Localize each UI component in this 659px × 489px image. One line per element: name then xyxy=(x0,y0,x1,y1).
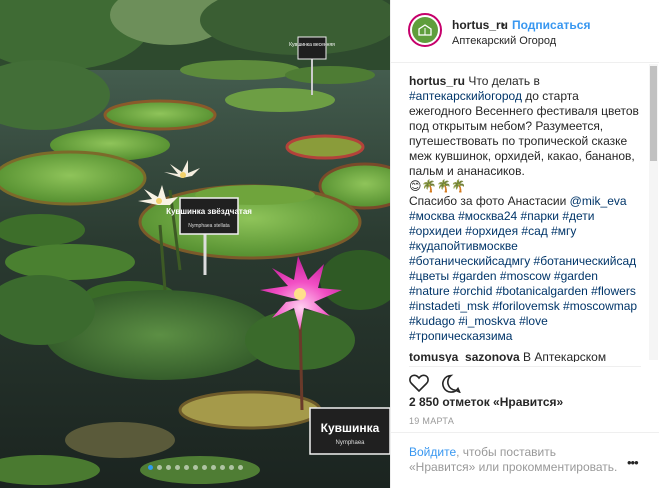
carousel-dot[interactable] xyxy=(156,465,162,470)
post-panel: hortus_ru • Подписаться Аптекарский Огор… xyxy=(390,0,659,488)
more-options-icon[interactable]: ••• xyxy=(627,455,639,470)
carousel-dot[interactable] xyxy=(192,465,198,470)
sign-bottom-text: Кувшинка xyxy=(321,421,380,435)
post-actions xyxy=(409,366,641,397)
comments-list: hortus_ru Что делать в #аптекарскийогоро… xyxy=(409,74,641,362)
carousel-dot[interactable] xyxy=(174,465,180,470)
comment-bubble-icon[interactable] xyxy=(441,374,462,397)
header-username[interactable]: hortus_ru xyxy=(452,18,508,33)
credit-user-link[interactable]: @mik_eva xyxy=(570,194,627,208)
carousel-dot[interactable] xyxy=(165,465,171,470)
carousel-dot[interactable] xyxy=(147,465,153,470)
caption-username[interactable]: hortus_ru xyxy=(409,74,465,88)
location-link[interactable]: Аптекарский Огород xyxy=(452,34,556,49)
like-heart-icon[interactable] xyxy=(409,374,429,396)
lily-pond-image: Кувшинка весенняя Кувшинка звёздчатая Ny… xyxy=(0,0,390,488)
caption-hashtags[interactable]: #москва #москва24 #парки #дети #орхидеи … xyxy=(409,209,637,343)
carousel-dot[interactable] xyxy=(183,465,189,470)
post-caption: hortus_ru Что делать в #аптекарскийогоро… xyxy=(409,74,641,344)
comment-username[interactable]: tomusya_sazonova xyxy=(409,350,520,362)
sign-mid-text: Кувшинка звёздчатая xyxy=(166,207,252,216)
login-link[interactable]: Войдите xyxy=(409,445,456,459)
carousel-dot[interactable] xyxy=(210,465,216,470)
carousel-dot[interactable] xyxy=(201,465,207,470)
carousel-dot[interactable] xyxy=(228,465,234,470)
likes-count[interactable]: 2 850 отметок «Нравится» xyxy=(409,395,563,410)
carousel-dots xyxy=(0,465,390,470)
caption-emoji: 😊🌴🌴🌴 xyxy=(409,179,467,193)
sign-bottom-sub: Nymphaea xyxy=(335,440,365,446)
follow-button[interactable]: Подписаться xyxy=(512,18,590,33)
login-prompt: Войдите, чтобы поставить «Нравится» или … xyxy=(409,445,619,475)
carousel-dot[interactable] xyxy=(237,465,243,470)
sign-mid-sub: Nymphaea stellata xyxy=(188,223,230,229)
avatar[interactable] xyxy=(408,13,442,47)
comments-scrollbar[interactable] xyxy=(649,64,658,360)
carousel-dot[interactable] xyxy=(219,465,225,470)
post-photo[interactable]: Кувшинка весенняя Кувшинка звёздчатая Ny… xyxy=(0,0,390,488)
caption-text-1: Что делать в xyxy=(465,74,540,88)
login-footer: Войдите, чтобы поставить «Нравится» или … xyxy=(391,432,659,489)
scroll-thumb[interactable] xyxy=(650,66,657,161)
greenhouse-logo-icon xyxy=(412,17,438,43)
post-date: 19 МАРТА xyxy=(409,416,455,426)
sign-top-text: Кувшинка весенняя xyxy=(289,42,335,48)
caption-credit: Спасибо за фото Анастасии xyxy=(409,194,570,208)
post-header: hortus_ru • Подписаться Аптекарский Огор… xyxy=(391,0,659,63)
comment-item: tomusya_sazonova В Аптекарском огороде в… xyxy=(409,350,641,362)
caption-hashtag-link[interactable]: #аптекарскийогород xyxy=(409,89,522,103)
header-separator: • xyxy=(501,18,506,32)
